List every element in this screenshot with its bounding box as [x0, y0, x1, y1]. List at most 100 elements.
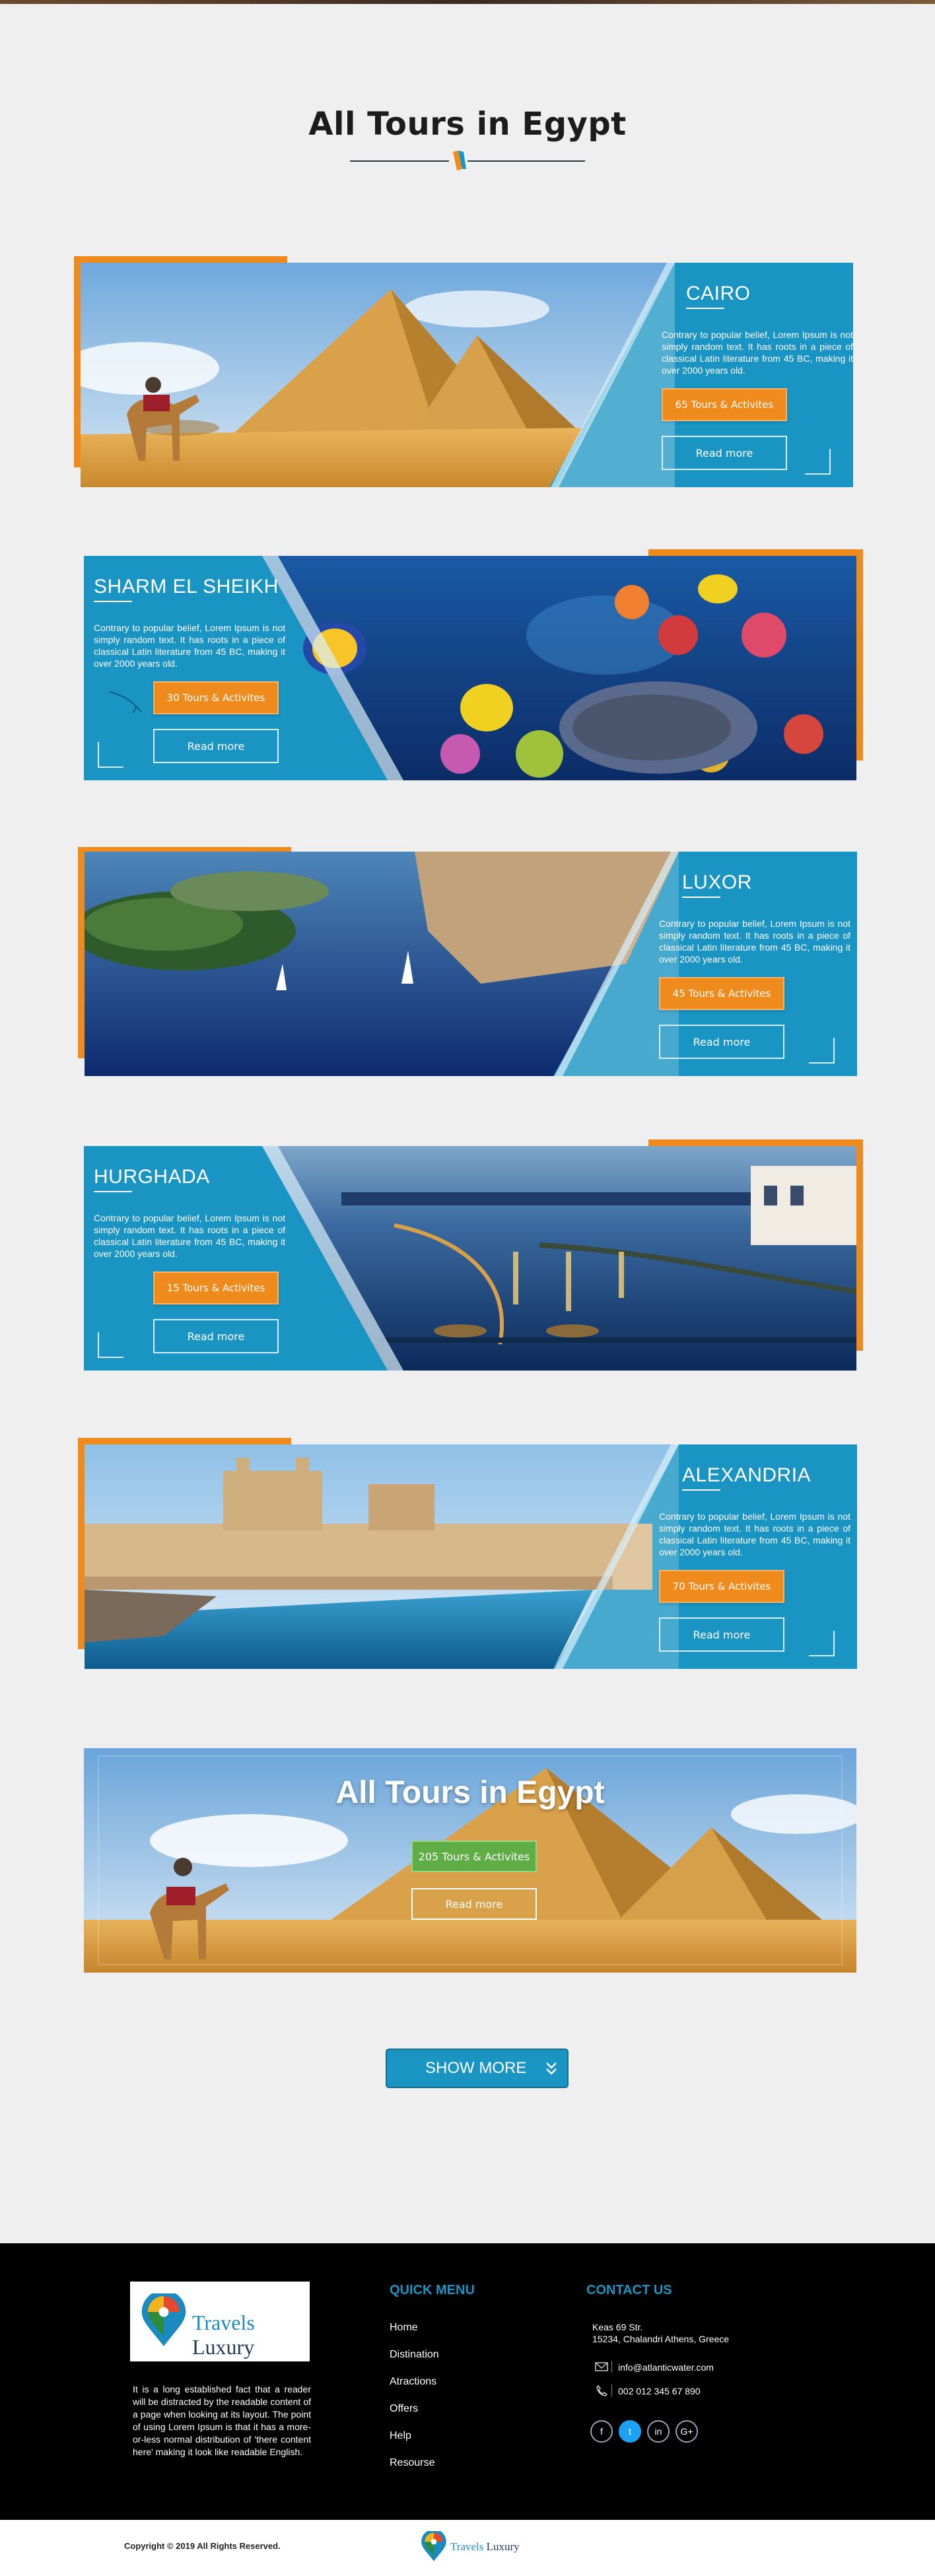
read-more-button[interactable]: Read more: [659, 1617, 784, 1652]
card-panel: HURGHADA Contrary to popular belief, Lor…: [84, 1146, 856, 1371]
logo-pin-icon: [421, 2531, 446, 2561]
read-more-button[interactable]: Read more: [662, 436, 787, 470]
banner-tours-count-button[interactable]: 205 Tours & Activites: [411, 1841, 537, 1872]
card-panel: ALEXANDRIA Contrary to popular belief, L…: [85, 1444, 857, 1669]
google-plus-icon[interactable]: G+: [675, 2420, 698, 2443]
hurghada-photo: [262, 1146, 856, 1371]
title-ornament-icon: [453, 151, 466, 170]
logo-word-travels: Travels: [192, 2311, 255, 2334]
linkedin-icon[interactable]: in: [647, 2420, 670, 2443]
phone-icon: [596, 2385, 608, 2396]
read-more-button[interactable]: Read more: [153, 729, 279, 763]
tour-city-title: LUXOR: [682, 871, 752, 893]
tours-count-button[interactable]: 30 Tours & Activites: [153, 681, 279, 714]
sharm-photo: [262, 556, 856, 780]
luxor-photo: [85, 852, 679, 1076]
tour-card-luxor: LUXOR Contrary to popular belief, Lorem …: [78, 847, 857, 1076]
corner-bracket-icon: [98, 742, 123, 768]
card-panel: SHARM EL SHEIKH Contrary to popular beli…: [84, 556, 856, 780]
bottom-logo[interactable]: Travels Luxury: [420, 2528, 532, 2565]
card-accent: [856, 1139, 863, 1351]
contact-separator: [611, 2385, 612, 2396]
corner-bracket-icon: [809, 1038, 835, 1064]
tour-description: Contrary to popular belief, Lorem Ipsum …: [659, 1511, 850, 1557]
tour-description: Contrary to popular belief, Lorem Ipsum …: [662, 329, 853, 376]
page: All Tours in Egypt CAIRO Contrary to pop…: [0, 0, 935, 2576]
tour-card-alexandria: ALEXANDRIA Contrary to popular belief, L…: [78, 1438, 857, 1669]
corner-bracket-icon: [809, 1631, 835, 1656]
banner-read-more-button[interactable]: Read more: [411, 1888, 537, 1920]
card-accent: [78, 1438, 85, 1649]
city-underline: [94, 1191, 132, 1192]
tour-card-sharm-el-sheikh: SHARM EL SHEIKH Contrary to popular beli…: [84, 549, 863, 780]
menu-item-atractions[interactable]: Atractions: [390, 2376, 436, 2388]
cairo-photo: [81, 263, 675, 487]
page-title: All Tours in Egypt: [308, 106, 627, 143]
tours-count-button[interactable]: 45 Tours & Activites: [659, 977, 784, 1010]
logo-word-luxury: Luxury: [486, 2540, 520, 2553]
tour-description: Contrary to popular belief, Lorem Ipsum …: [94, 1213, 285, 1259]
menu-item-home[interactable]: Home: [390, 2322, 418, 2334]
menu-item-distination[interactable]: Distination: [390, 2349, 439, 2361]
city-underline: [682, 1489, 720, 1491]
contact-separator: [611, 2361, 612, 2373]
tour-city-title: ALEXANDRIA: [682, 1464, 812, 1486]
card-accent: [648, 549, 863, 556]
show-more-label: SHOW MORE: [425, 2059, 527, 2077]
contact-phone[interactable]: 002 012 345 67 890: [618, 2385, 701, 2397]
tours-count-button[interactable]: 15 Tours & Activites: [153, 1271, 279, 1305]
quick-menu-title: QUICK MENU: [390, 2283, 475, 2297]
contact-title: CONTACT US: [586, 2283, 672, 2297]
read-more-button[interactable]: Read more: [659, 1025, 784, 1059]
tour-card-hurghada: HURGHADA Contrary to popular belief, Lor…: [84, 1139, 863, 1371]
card-panel: CAIRO Contrary to popular belief, Lorem …: [81, 263, 853, 487]
title-divider-right: [468, 160, 585, 162]
card-panel: LUXOR Contrary to popular belief, Lorem …: [85, 852, 857, 1076]
contact-email[interactable]: info@atlanticwater.com: [618, 2361, 714, 2373]
banner-title: All Tours in Egypt: [335, 1775, 605, 1810]
tour-description: Contrary to popular belief, Lorem Ipsum …: [94, 623, 285, 669]
all-tours-banner: All Tours in Egypt 205 Tours & Activites…: [84, 1748, 856, 1973]
facebook-icon[interactable]: f: [590, 2420, 613, 2443]
envelope-icon: [595, 2362, 608, 2371]
top-strip: [0, 0, 935, 4]
alexandria-photo: [85, 1444, 679, 1669]
twitter-icon[interactable]: t: [619, 2420, 641, 2443]
read-more-button[interactable]: Read more: [153, 1319, 279, 1353]
title-divider-left: [350, 160, 449, 162]
footer-about-text: It is a long established fact that a rea…: [133, 2384, 311, 2457]
menu-item-resourse[interactable]: Resourse: [390, 2457, 434, 2469]
tours-count-button[interactable]: 65 Tours & Activites: [662, 388, 787, 421]
logo-word-luxury: Luxury: [192, 2335, 255, 2359]
card-accent: [648, 1139, 863, 1146]
logo-text: Travels Luxury: [450, 2540, 520, 2554]
footer-logo[interactable]: Travels Luxury: [130, 2282, 310, 2361]
card-accent: [74, 256, 287, 263]
card-accent: [78, 1438, 291, 1444]
menu-item-help[interactable]: Help: [390, 2430, 411, 2442]
city-underline: [682, 897, 720, 898]
corner-bracket-icon: [98, 1332, 123, 1358]
card-accent: [74, 256, 81, 467]
tours-count-button[interactable]: 70 Tours & Activites: [659, 1570, 784, 1603]
address-line-1: Keas 69 Str.: [592, 2322, 643, 2332]
city-underline: [686, 308, 724, 309]
tour-description: Contrary to popular belief, Lorem Ipsum …: [659, 918, 850, 965]
double-chevron-down-icon: [546, 2062, 557, 2075]
tour-card-cairo: CAIRO Contrary to popular belief, Lorem …: [74, 256, 853, 487]
show-more-button[interactable]: SHOW MORE: [386, 2049, 569, 2088]
tour-city-title: CAIRO: [686, 283, 751, 304]
dolphin-icon: [109, 691, 142, 714]
card-accent: [78, 847, 85, 1058]
copyright-text: Copyright © 2019 All Rights Reserved.: [124, 2541, 281, 2551]
logo-text: Travels Luxury: [192, 2311, 310, 2359]
tour-city-title: SHARM EL SHEIKH: [94, 576, 279, 597]
logo-pin-icon: [141, 2293, 186, 2346]
city-underline: [94, 601, 132, 602]
corner-bracket-icon: [805, 449, 831, 475]
menu-item-offers[interactable]: Offers: [390, 2403, 418, 2415]
address-line-2: 15234, Chalandri Athens, Greece: [592, 2334, 730, 2344]
tour-city-title: HURGHADA: [94, 1166, 210, 1188]
card-accent: [856, 549, 863, 761]
logo-word-travels: Travels: [450, 2540, 484, 2553]
